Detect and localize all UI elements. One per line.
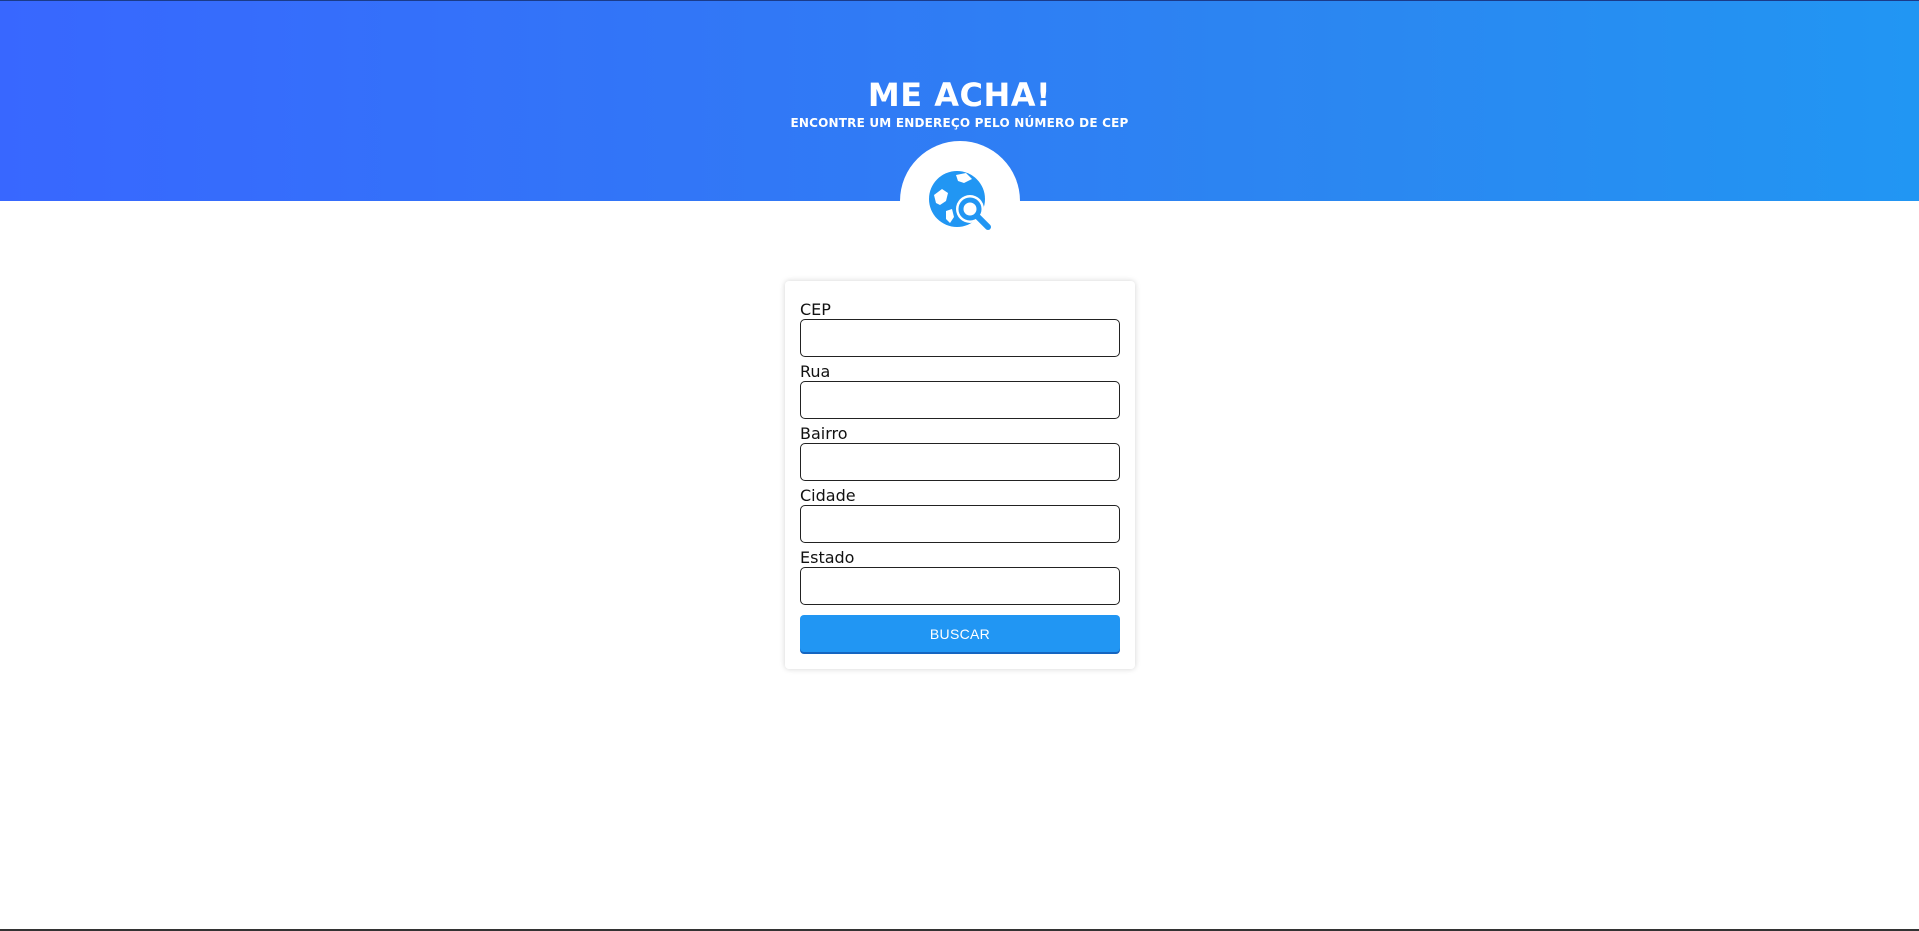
page-subtitle: ENCONTRE UM ENDEREÇO PELO NÚMERO DE CEP: [790, 116, 1129, 130]
rua-input[interactable]: [800, 381, 1120, 419]
cidade-label: Cidade: [800, 486, 856, 505]
bairro-input[interactable]: [800, 443, 1120, 481]
cidade-input[interactable]: [800, 505, 1120, 543]
cep-label: CEP: [800, 300, 831, 319]
estado-label: Estado: [800, 548, 855, 567]
page: ME ACHA! ENCONTRE UM ENDEREÇO PELO NÚMER…: [0, 0, 1919, 931]
address-form: CEP Rua Bairro Cidade Estado BUSCAR: [785, 281, 1135, 669]
bairro-label: Bairro: [800, 424, 848, 443]
logo-badge: [900, 141, 1020, 261]
page-title: ME ACHA!: [867, 76, 1052, 114]
search-button[interactable]: BUSCAR: [800, 615, 1120, 652]
cep-input[interactable]: [800, 319, 1120, 357]
travel-explore-icon: [929, 171, 991, 230]
rua-label: Rua: [800, 362, 831, 381]
estado-input[interactable]: [800, 567, 1120, 605]
